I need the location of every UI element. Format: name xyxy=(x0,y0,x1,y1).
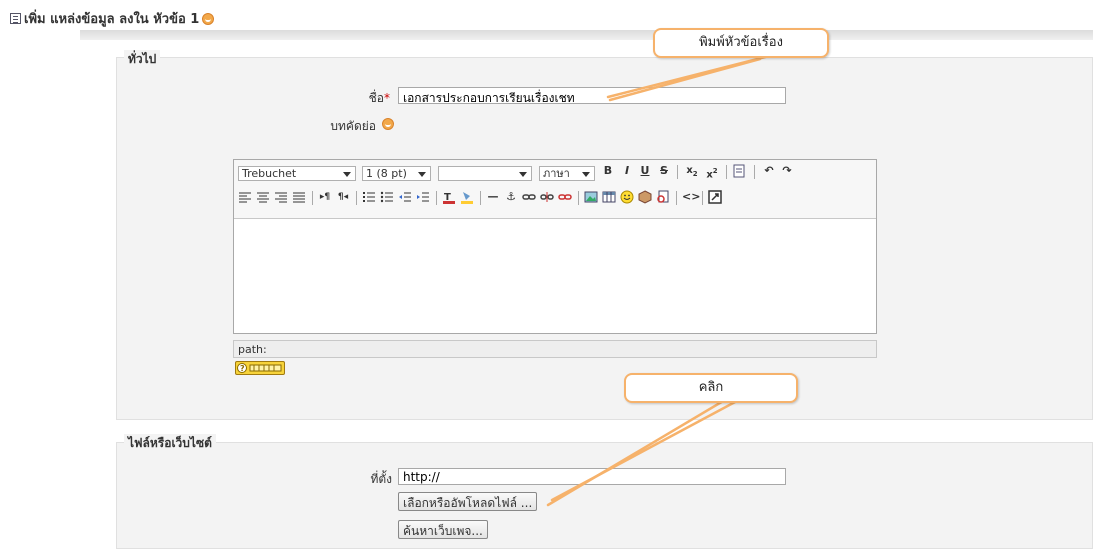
click-hint-callout: คลิก xyxy=(624,373,798,403)
callout-pointer-lines xyxy=(546,50,787,507)
title-hint-callout: พิมพ์หัวข้อเรื่อง xyxy=(653,28,829,58)
